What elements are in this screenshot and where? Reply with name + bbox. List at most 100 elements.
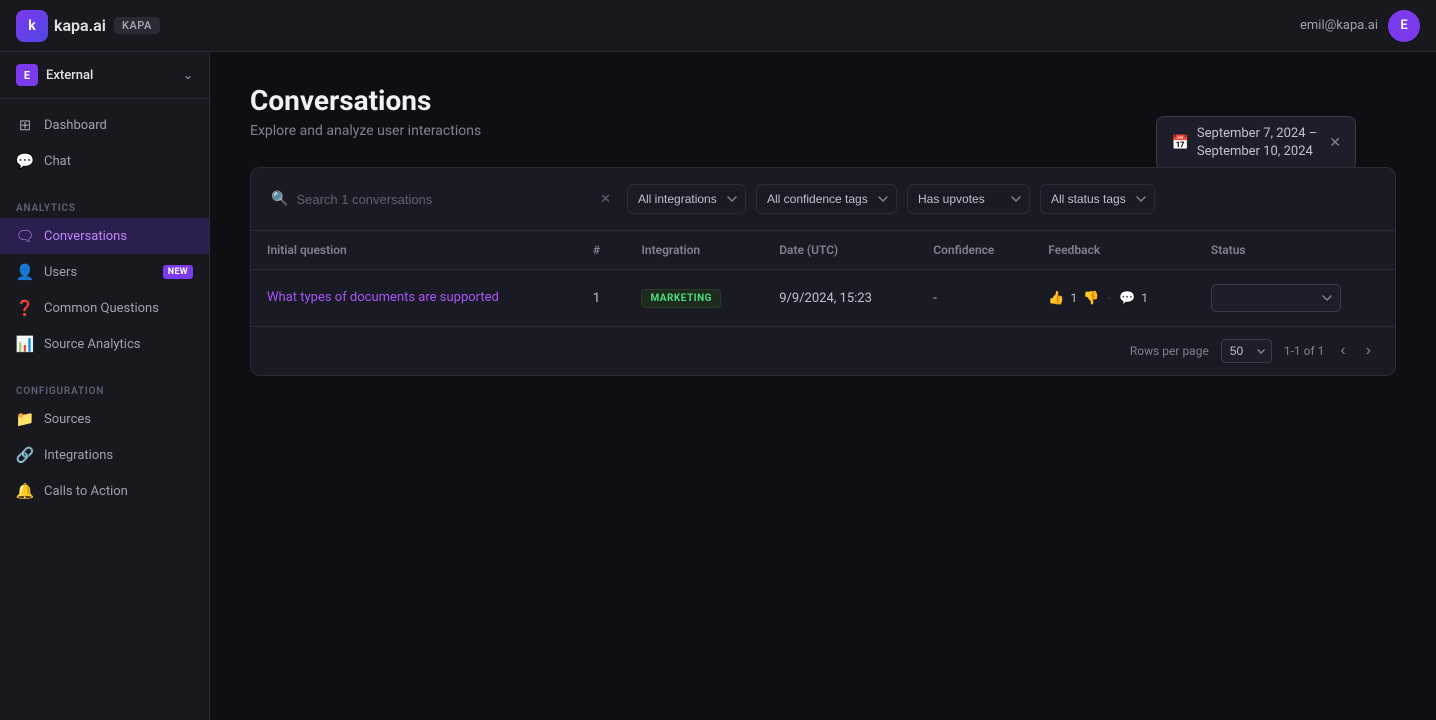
pagination-range: 1-1 of 1 xyxy=(1284,344,1325,358)
workspace-name: External xyxy=(46,68,175,83)
main-content: Conversations Explore and analyze user i… xyxy=(210,0,1436,720)
sidebar-item-label: Source Analytics xyxy=(44,337,140,352)
search-clear-icon[interactable]: ✕ xyxy=(600,192,611,207)
thumbs-up-icon: 👍 xyxy=(1048,291,1064,306)
sidebar-item-label: Users xyxy=(44,265,77,280)
sidebar-item-label: Calls to Action xyxy=(44,484,128,499)
date-range-line2: September 10, 2024 xyxy=(1197,143,1317,161)
rows-per-page-label: Rows per page xyxy=(1130,344,1209,358)
nav-section-config: CONFIGURATION 📁 Sources 🔗 Integrations 🔔… xyxy=(0,370,209,517)
conversations-table-container: 🔍 ✕ All integrations Marketing Support A… xyxy=(250,167,1396,376)
comment-icon: 💬 xyxy=(1119,291,1135,306)
topbar-left: k kapa.ai KAPA xyxy=(16,10,160,42)
question-link[interactable]: What types of documents are supported xyxy=(267,290,499,305)
user-email: emil@kapa.ai xyxy=(1300,18,1378,33)
table-body: What types of documents are supported 1 … xyxy=(251,270,1395,327)
chevron-down-icon: ⌄ xyxy=(183,68,193,82)
user-avatar[interactable]: E xyxy=(1388,10,1420,42)
pagination-next-button[interactable]: › xyxy=(1362,340,1375,362)
common-questions-icon: ❓ xyxy=(16,299,34,317)
feedback-separator: - xyxy=(1107,291,1111,306)
search-input[interactable] xyxy=(296,192,592,207)
nav-section-top: ⊞ Dashboard 💬 Chat xyxy=(0,99,209,187)
sidebar-item-conversations[interactable]: 🗨 Conversations xyxy=(0,218,209,254)
rows-per-page-select[interactable]: 10 25 50 100 xyxy=(1221,339,1272,363)
close-icon[interactable]: ✕ xyxy=(1329,135,1341,151)
sidebar-item-label: Chat xyxy=(44,154,71,169)
logo-text: kapa.ai xyxy=(54,16,106,35)
sidebar-item-calls-to-action[interactable]: 🔔 Calls to Action xyxy=(0,473,209,509)
topbar: k kapa.ai KAPA emil@kapa.ai E xyxy=(0,0,1436,52)
sidebar-item-label: Integrations xyxy=(44,448,113,463)
calendar-icon: 📅 xyxy=(1171,135,1188,151)
kapa-badge: KAPA xyxy=(114,17,160,34)
users-icon: 👤 xyxy=(16,263,34,281)
conversations-table: Initial question # Integration Date (UTC… xyxy=(251,231,1395,326)
sidebar-item-label: Conversations xyxy=(44,229,127,244)
sidebar-item-users[interactable]: 👤 Users NEW xyxy=(0,254,209,290)
topbar-right: emil@kapa.ai E xyxy=(1300,10,1420,42)
confidence-tags-filter[interactable]: All confidence tags High Medium Low xyxy=(756,184,897,214)
filter-bar: 🔍 ✕ All integrations Marketing Support A… xyxy=(251,168,1395,231)
logo-icon: k xyxy=(16,10,48,42)
nav-section-analytics: ANALYTICS 🗨 Conversations 👤 Users NEW ❓ … xyxy=(0,187,209,370)
conversations-icon: 🗨 xyxy=(16,227,34,245)
workspace-selector[interactable]: E External ⌄ xyxy=(0,52,209,99)
sidebar-item-integrations[interactable]: 🔗 Integrations xyxy=(0,437,209,473)
sidebar-item-source-analytics[interactable]: 📊 Source Analytics xyxy=(0,326,209,362)
sources-icon: 📁 xyxy=(16,410,34,428)
table-header: Initial question # Integration Date (UTC… xyxy=(251,231,1395,270)
cell-date: 9/9/2024, 15:23 xyxy=(763,270,917,327)
page-title: Conversations xyxy=(250,84,1396,117)
sidebar-item-common-questions[interactable]: ❓ Common Questions xyxy=(0,290,209,326)
feedback-filter[interactable]: Has upvotes Has downvotes No feedback xyxy=(907,184,1030,214)
cell-feedback: 👍 1 👎 - 💬 1 xyxy=(1032,270,1195,327)
pagination-prev-button[interactable]: ‹ xyxy=(1336,340,1349,362)
sidebar-item-label: Dashboard xyxy=(44,118,107,133)
logo[interactable]: k kapa.ai xyxy=(16,10,106,42)
sidebar: E External ⌄ ⊞ Dashboard 💬 Chat ANALYTIC… xyxy=(0,0,210,720)
col-number: # xyxy=(577,231,626,270)
col-integration: Integration xyxy=(625,231,763,270)
sidebar-item-sources[interactable]: 📁 Sources xyxy=(0,401,209,437)
search-icon: 🔍 xyxy=(271,191,288,207)
integrations-icon: 🔗 xyxy=(16,446,34,464)
feedback-cell: 👍 1 👎 - 💬 1 xyxy=(1048,291,1179,306)
status-select[interactable]: Resolved Pending xyxy=(1211,284,1341,312)
sidebar-item-label: Sources xyxy=(44,412,91,427)
sidebar-item-chat[interactable]: 💬 Chat xyxy=(0,143,209,179)
upvote-count: 1 xyxy=(1070,291,1077,305)
content-header: Conversations Explore and analyze user i… xyxy=(250,84,1396,139)
sidebar-item-dashboard[interactable]: ⊞ Dashboard xyxy=(0,107,209,143)
col-date: Date (UTC) xyxy=(763,231,917,270)
workspace-icon: E xyxy=(16,64,38,86)
col-status: Status xyxy=(1195,231,1395,270)
configuration-section-label: CONFIGURATION xyxy=(0,378,209,401)
date-range-text: September 7, 2024 – September 10, 2024 xyxy=(1197,125,1317,161)
col-feedback: Feedback xyxy=(1032,231,1195,270)
chat-icon: 💬 xyxy=(16,152,34,170)
status-tags-filter[interactable]: All status tags Resolved Pending xyxy=(1040,184,1155,214)
col-initial-question: Initial question xyxy=(251,231,577,270)
date-range-button[interactable]: 📅 September 7, 2024 – September 10, 2024… xyxy=(1156,116,1356,170)
sidebar-item-label: Common Questions xyxy=(44,301,159,316)
cell-number: 1 xyxy=(577,270,626,327)
cell-confidence: - xyxy=(917,270,1032,327)
content-area: Conversations Explore and analyze user i… xyxy=(210,52,1436,408)
source-analytics-icon: 📊 xyxy=(16,335,34,353)
dashboard-icon: ⊞ xyxy=(16,116,34,134)
new-badge: NEW xyxy=(163,265,193,279)
integration-badge: MARKETING xyxy=(641,289,721,308)
comment-count: 1 xyxy=(1141,291,1148,305)
date-range-line1: September 7, 2024 – xyxy=(1197,125,1317,143)
col-confidence: Confidence xyxy=(917,231,1032,270)
integrations-filter[interactable]: All integrations Marketing Support xyxy=(627,184,746,214)
search-container: 🔍 ✕ xyxy=(271,191,611,207)
thumbs-down-icon: 👎 xyxy=(1083,291,1099,306)
analytics-section-label: ANALYTICS xyxy=(0,195,209,218)
calls-to-action-icon: 🔔 xyxy=(16,482,34,500)
table-footer: Rows per page 10 25 50 100 1-1 of 1 ‹ › xyxy=(251,326,1395,375)
cell-question: What types of documents are supported xyxy=(251,270,577,327)
cell-integration: MARKETING xyxy=(625,270,763,327)
table-row: What types of documents are supported 1 … xyxy=(251,270,1395,327)
